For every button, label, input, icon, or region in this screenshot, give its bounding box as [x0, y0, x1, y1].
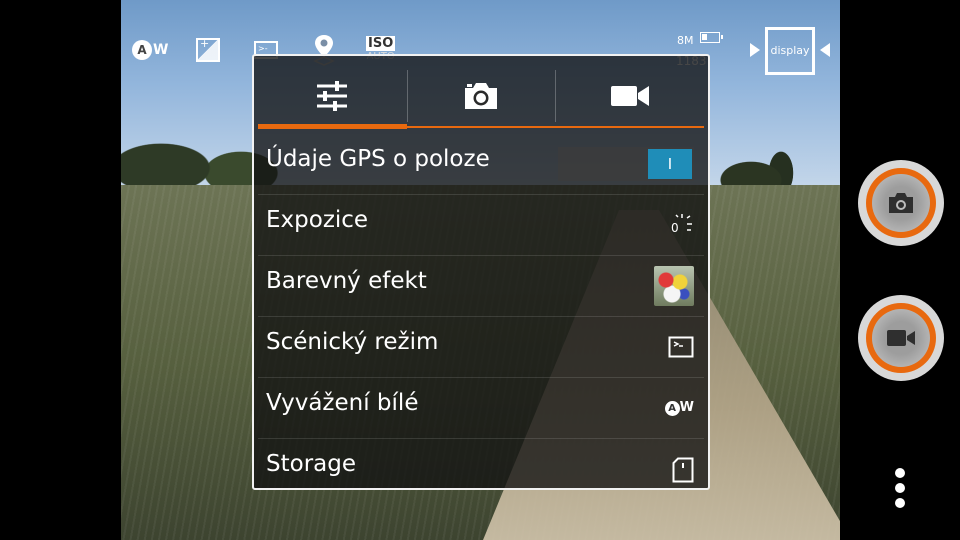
setting-label: Scénický režim	[266, 329, 439, 355]
settings-tabs	[258, 64, 705, 129]
setting-storage[interactable]: Storage	[258, 439, 704, 500]
setting-label: Storage	[266, 451, 356, 477]
setting-label: Údaje GPS o poloze	[266, 146, 490, 172]
setting-label: Vyvážení bílé	[266, 390, 419, 416]
settings-list: Údaje GPS o poloze I Expozice 0 Barevný …	[258, 134, 704, 500]
dot-icon	[895, 498, 905, 508]
white-balance-status-icon: AW	[132, 40, 168, 60]
video-camera-icon	[887, 330, 915, 346]
setting-label: Barevný efekt	[266, 268, 427, 294]
camera-icon	[465, 83, 497, 109]
settings-panel: Údaje GPS o poloze I Expozice 0 Barevný …	[252, 54, 710, 490]
tab-underline	[406, 126, 556, 128]
exposure-icon: 0	[671, 214, 692, 235]
awb-letter: A	[132, 40, 152, 60]
battery-icon	[700, 32, 723, 43]
setting-white-balance[interactable]: Vyvážení bílé AW	[258, 378, 704, 439]
tab-general-settings[interactable]	[258, 64, 407, 129]
svg-text:0: 0	[671, 221, 679, 235]
setting-color-effect[interactable]: Barevný efekt	[258, 256, 704, 317]
video-camera-icon	[610, 86, 649, 106]
dot-icon	[895, 468, 905, 478]
exposure-status-icon: +	[196, 37, 220, 62]
white-balance-icon: AW	[664, 400, 694, 416]
color-effect-thumbnail	[654, 266, 694, 306]
iso-label: ISO	[366, 36, 396, 51]
display-toggle-button[interactable]: display	[750, 27, 830, 79]
tab-underline	[258, 124, 407, 129]
resolution-indicator: 8M	[677, 34, 694, 47]
video-record-button[interactable]	[858, 295, 944, 381]
tab-underline	[555, 126, 705, 128]
setting-exposure[interactable]: Expozice 0	[258, 195, 704, 256]
camera-icon	[889, 193, 913, 213]
awb-suffix: W	[153, 42, 169, 58]
scene-mode-icon	[668, 336, 694, 358]
dot-icon	[895, 483, 905, 493]
overflow-menu-button[interactable]	[893, 468, 907, 512]
setting-scene-mode[interactable]: Scénický režim	[258, 317, 704, 378]
triangle-left-icon	[750, 43, 760, 57]
setting-label: Expozice	[266, 207, 369, 233]
sliders-icon	[317, 81, 348, 111]
triangle-right-icon	[820, 43, 830, 57]
tab-photo-settings[interactable]	[406, 64, 556, 128]
gps-toggle[interactable]: I	[558, 147, 694, 181]
setting-gps[interactable]: Údaje GPS o poloze I	[258, 134, 704, 195]
photo-shutter-button[interactable]	[858, 160, 944, 246]
toggle-knob: I	[648, 149, 692, 179]
display-label: display	[765, 27, 815, 75]
tab-video-settings[interactable]	[555, 64, 705, 128]
sd-card-icon	[672, 457, 694, 482]
